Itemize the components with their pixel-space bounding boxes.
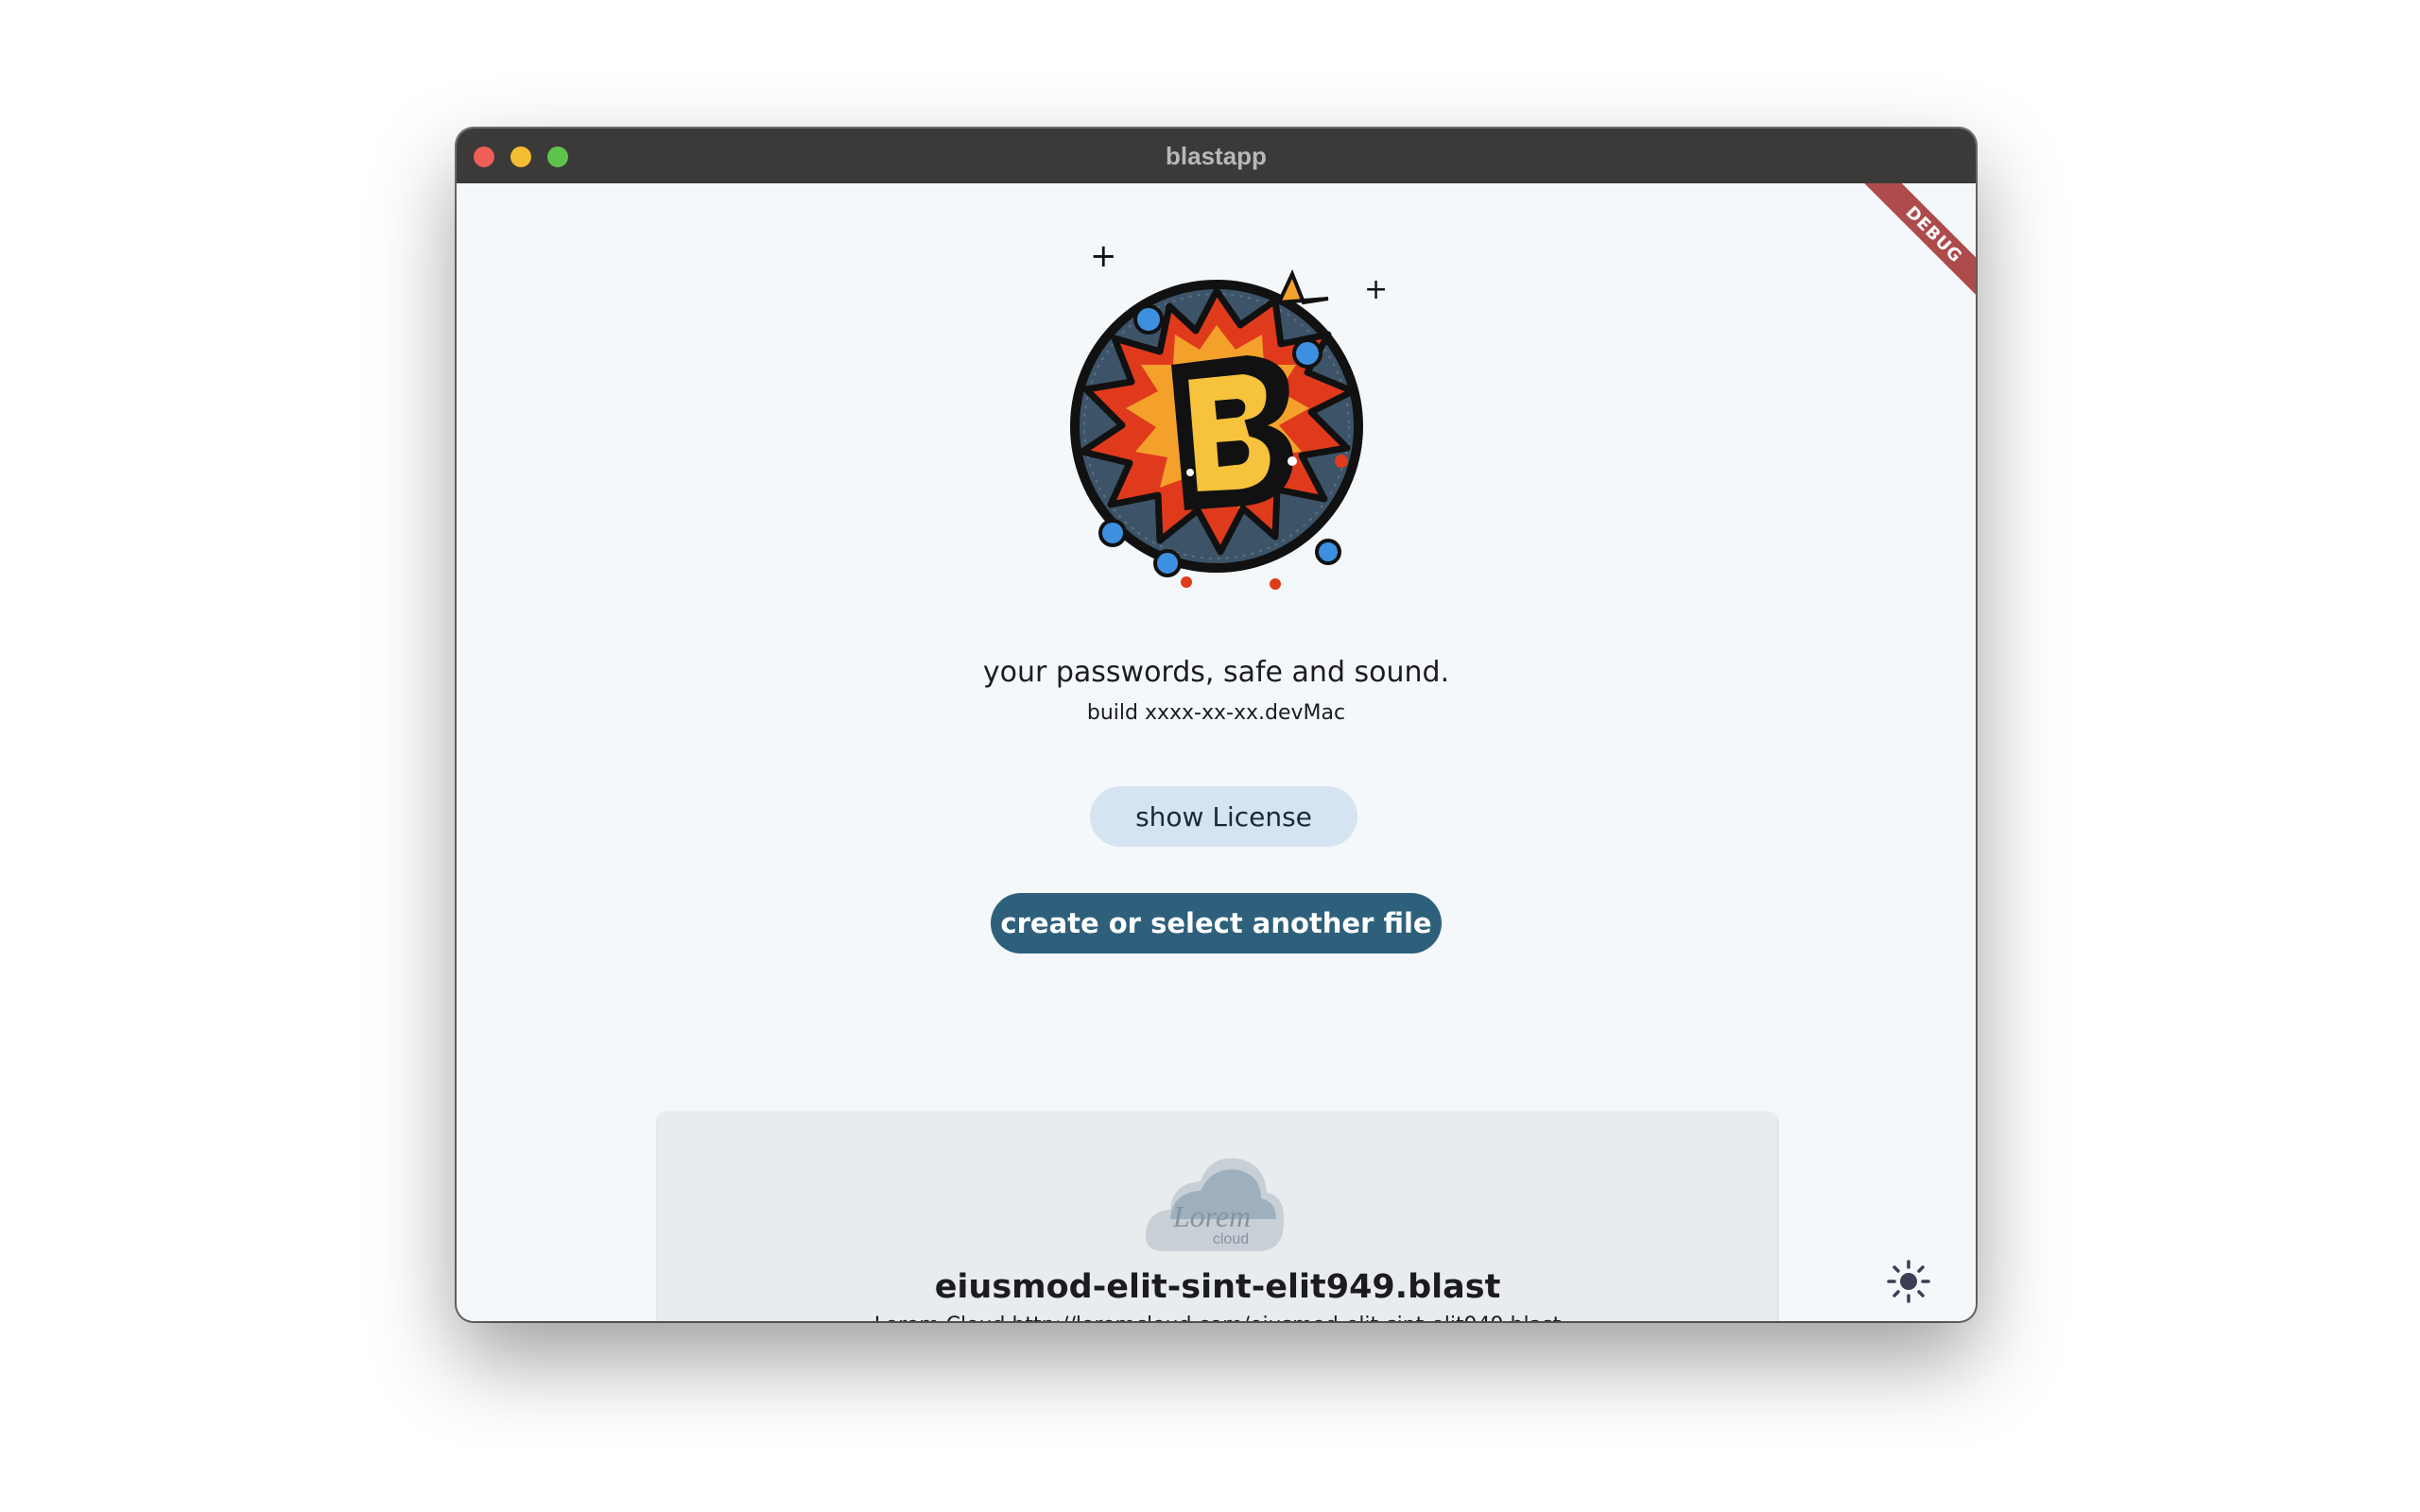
cloud-logo-word: Lorem	[1172, 1199, 1251, 1233]
file-name: eiusmod-elit-sint-elit949.blast	[934, 1268, 1501, 1306]
close-window-button[interactable]	[474, 146, 494, 167]
create-or-select-file-button[interactable]: create or select another file	[991, 893, 1442, 954]
app-window: blastapp DEBUG + + your passwords, safe …	[457, 129, 1976, 1321]
sun-icon	[1887, 1260, 1930, 1303]
show-license-button[interactable]: show License	[1090, 786, 1357, 847]
window-title: blastapp	[1166, 141, 1267, 170]
build-info: build xxxx-xx-xx.devMac	[1086, 701, 1346, 725]
recent-file-card[interactable]: Lorem cloud eiusmod-elit-sint-elit949.bl…	[658, 1111, 1777, 1321]
theme-toggle-button[interactable]	[1884, 1257, 1933, 1306]
svg-text:+: +	[1090, 237, 1117, 275]
maximize-window-button[interactable]	[547, 146, 568, 167]
debug-banner: DEBUG	[1858, 183, 1976, 311]
title-bar[interactable]: blastapp	[457, 129, 1976, 183]
blastapp-logo: + +	[1070, 237, 1388, 590]
lorem-cloud-icon: Lorem cloud	[1145, 1158, 1285, 1251]
tagline: your passwords, safe and sound.	[982, 656, 1450, 689]
file-location: Lorem Cloud http://loremcloud.com/eiusmo…	[658, 1314, 1777, 1321]
minimize-window-button[interactable]	[510, 146, 531, 167]
main-content: DEBUG + + your passwords, safe and sound…	[457, 183, 1976, 1321]
svg-text:+: +	[1364, 273, 1388, 306]
cloud-logo-subword: cloud	[1213, 1231, 1249, 1247]
